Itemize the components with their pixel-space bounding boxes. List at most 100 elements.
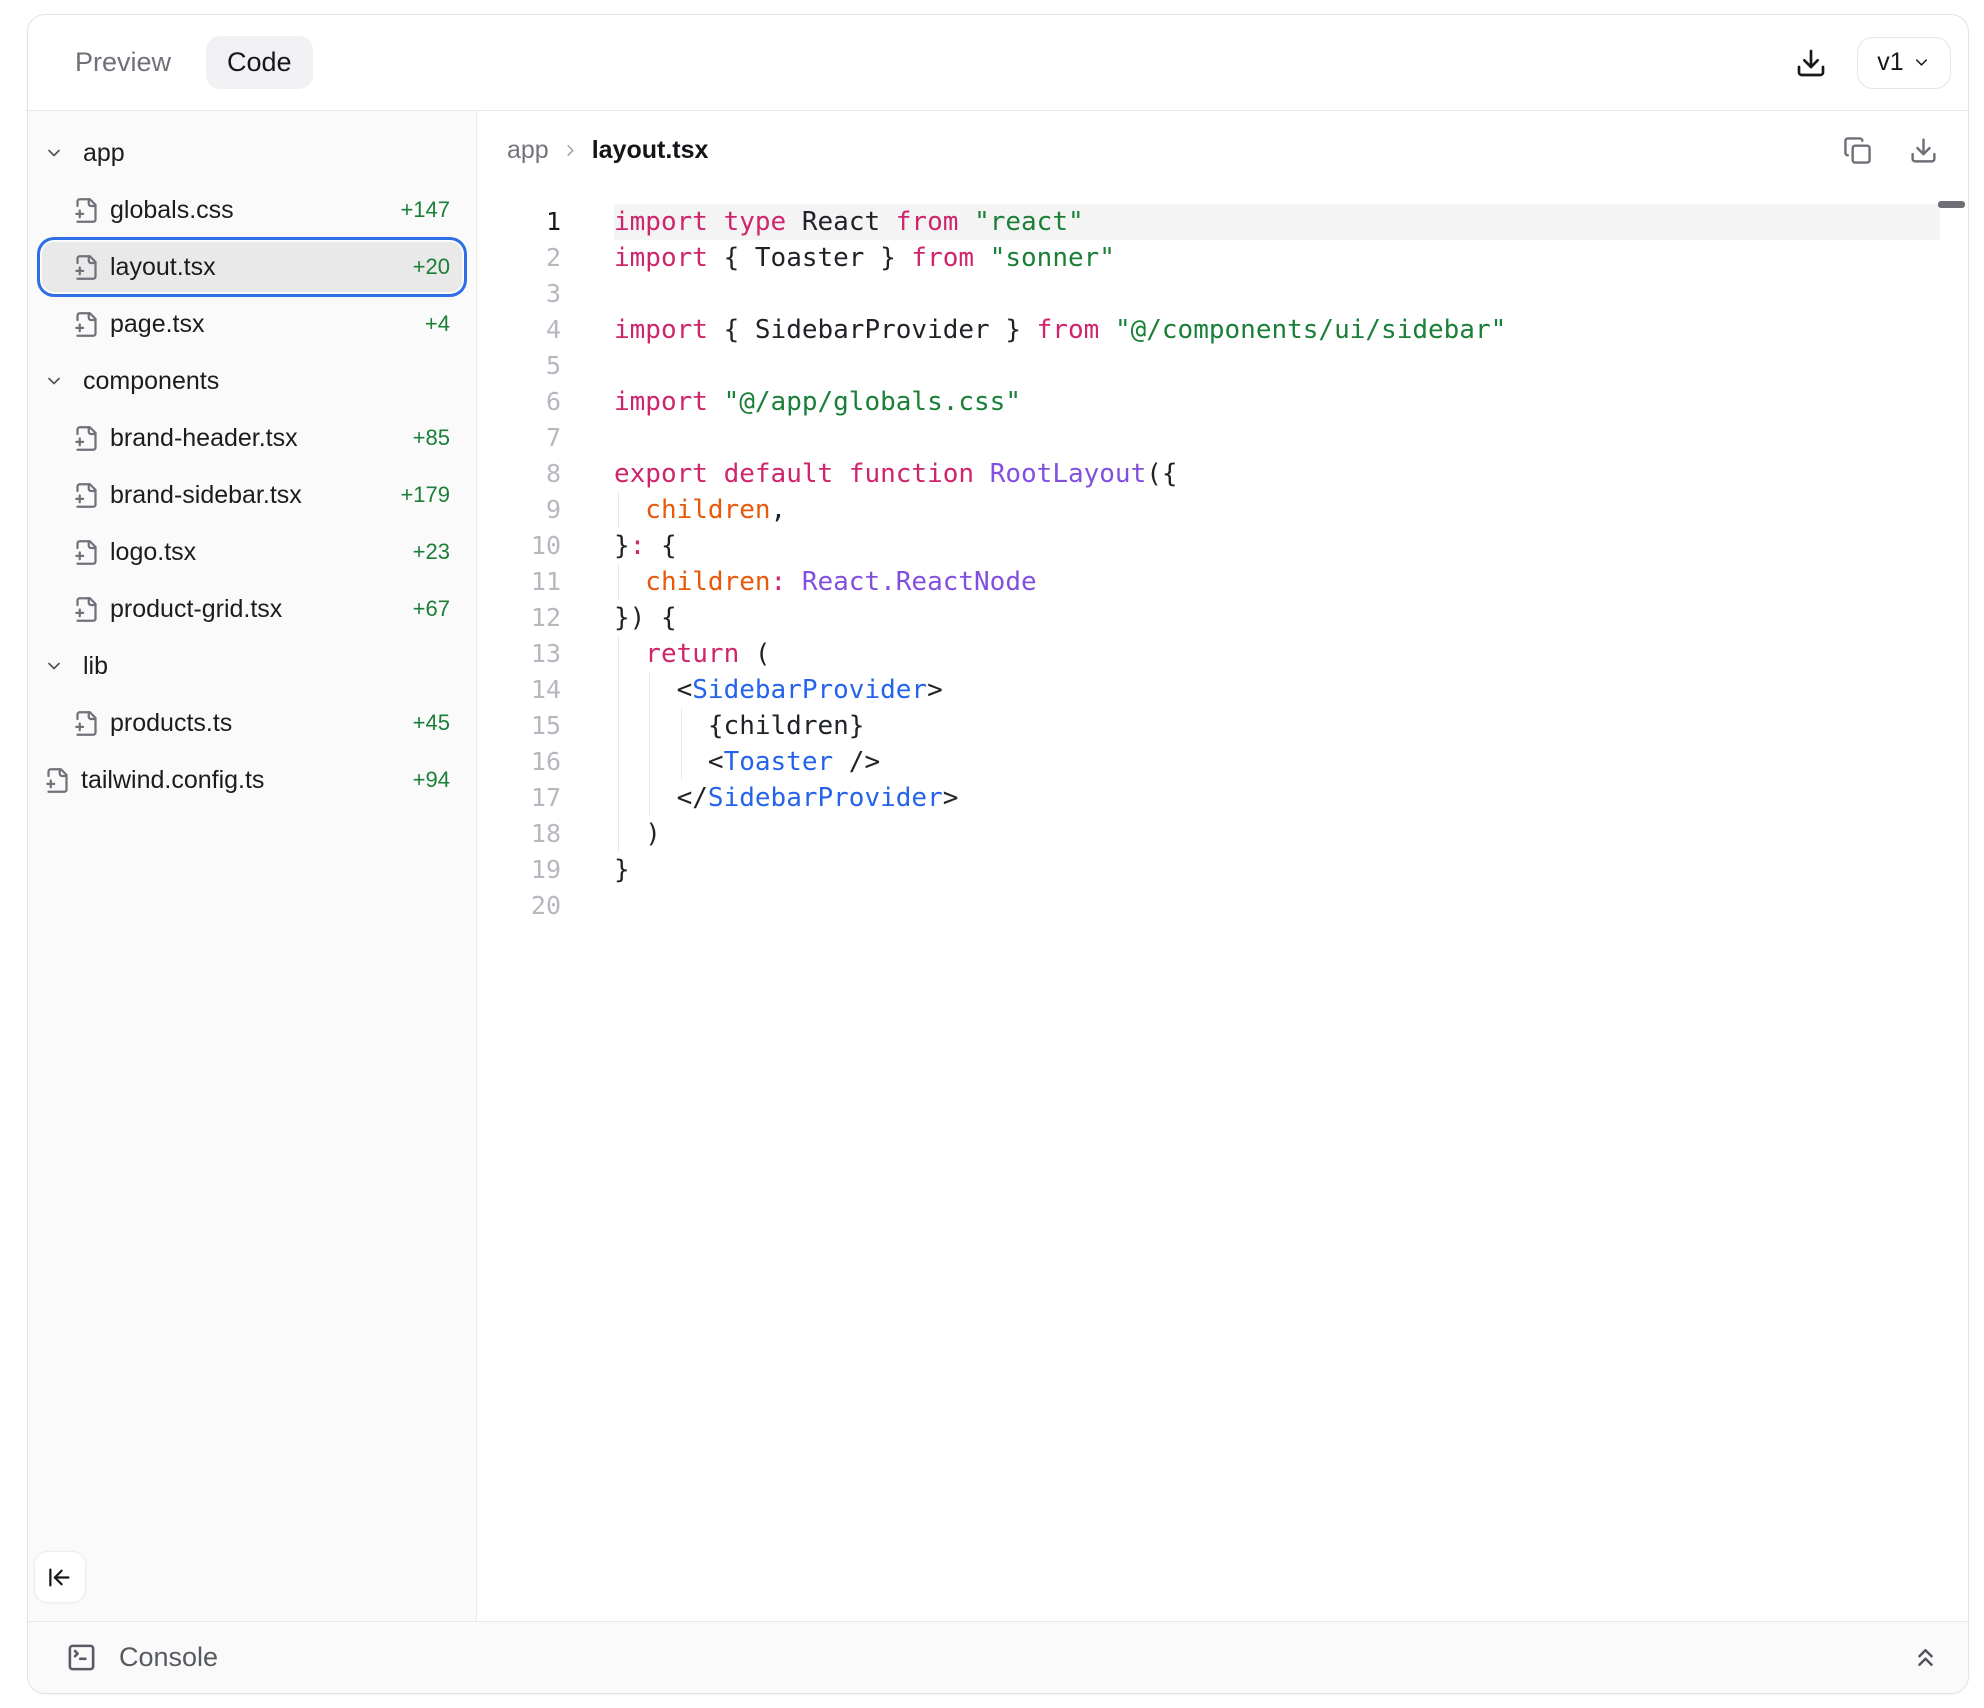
- sidebar-file-page.tsx[interactable]: page.tsx +4: [42, 299, 462, 349]
- download-icon: [1795, 47, 1827, 79]
- file-plus-icon: [73, 197, 100, 224]
- console-toggle: Console: [66, 1642, 218, 1673]
- sidebar-file-tailwind.config.ts[interactable]: tailwind.config.ts+94: [42, 755, 462, 805]
- chevron-down-icon: [44, 656, 64, 676]
- code-line: 6import "@/app/globals.css": [477, 384, 1940, 420]
- chevrons-up-icon: [1911, 1643, 1940, 1672]
- tab-preview[interactable]: Preview: [54, 36, 192, 89]
- line-number: 16: [477, 744, 561, 780]
- sidebar-file-products.ts[interactable]: products.ts +45: [42, 698, 462, 748]
- code-workspace-panel: Preview Code v1 app globals.css +147 layout…: [27, 14, 1969, 1694]
- line-number: 9: [477, 492, 561, 528]
- file-label: brand-sidebar.tsx: [110, 481, 302, 510]
- copy-icon: [1843, 136, 1872, 165]
- version-label: v1: [1877, 48, 1903, 77]
- line-number: 14: [477, 672, 561, 708]
- line-number: 18: [477, 816, 561, 852]
- code-line: 12}) {: [477, 600, 1940, 636]
- line-content: return (: [614, 636, 1940, 672]
- file-plus-icon: [73, 482, 100, 509]
- line-content: [614, 420, 1940, 456]
- sidebar-file-product-grid.tsx[interactable]: product-grid.tsx+67: [42, 584, 462, 634]
- line-content: }) {: [614, 600, 1940, 636]
- file-plus-icon: [44, 767, 71, 794]
- diff-added-count: +20: [413, 254, 462, 280]
- sidebar-file-globals.css[interactable]: globals.css +147: [42, 185, 462, 235]
- version-selector[interactable]: v1: [1857, 37, 1951, 89]
- breadcrumb-folder[interactable]: app: [507, 136, 549, 165]
- code-line: 17</SidebarProvider>: [477, 780, 1940, 816]
- panel-header: Preview Code v1: [28, 15, 1968, 111]
- line-content: ): [614, 816, 1940, 852]
- line-number: 17: [477, 780, 561, 816]
- collapse-left-icon: [47, 1564, 74, 1591]
- line-content: import type React from "react": [614, 204, 1940, 240]
- line-number: 6: [477, 384, 561, 420]
- code-toolbar: app layout.tsx: [477, 111, 1968, 189]
- code-line: 7: [477, 420, 1940, 456]
- code-line: 19}: [477, 852, 1940, 888]
- code-line: 16 <Toaster />: [477, 744, 1940, 780]
- diff-added-count: +45: [413, 710, 462, 736]
- expand-console-button[interactable]: [1907, 1639, 1944, 1676]
- line-content: export default function RootLayout({: [614, 456, 1940, 492]
- breadcrumb: app layout.tsx: [507, 136, 708, 165]
- file-tree-sidebar: app globals.css +147 layout.tsx+20 page.tsx +…: [28, 111, 477, 1621]
- file-label: products.ts: [110, 709, 232, 738]
- line-content: import { SidebarProvider } from "@/compo…: [614, 312, 1940, 348]
- line-number: 19: [477, 852, 561, 888]
- code-lines: 1import type React from "react"2import {…: [477, 204, 1940, 924]
- sidebar-file-brand-header.tsx[interactable]: brand-header.tsx+85: [42, 413, 462, 463]
- sidebar-file-logo.tsx[interactable]: logo.tsx+23: [42, 527, 462, 577]
- code-line: 10}: {: [477, 528, 1940, 564]
- code-line: 9children,: [477, 492, 1940, 528]
- line-number: 8: [477, 456, 561, 492]
- main-area: app globals.css +147 layout.tsx+20 page.tsx +…: [28, 111, 1968, 1621]
- sidebar-folder-components[interactable]: components: [42, 356, 462, 406]
- sidebar-file-layout.tsx[interactable]: layout.tsx+20: [42, 242, 462, 292]
- folder-label: app: [83, 139, 125, 168]
- code-line: 15 {children}: [477, 708, 1940, 744]
- file-actions: [1839, 132, 1942, 169]
- sidebar-folder-lib[interactable]: lib: [42, 641, 462, 691]
- sidebar-file-brand-sidebar.tsx[interactable]: brand-sidebar.tsx+179: [42, 470, 462, 520]
- code-line: 5: [477, 348, 1940, 384]
- line-number: 7: [477, 420, 561, 456]
- chevron-right-icon: [561, 141, 580, 160]
- line-content: import { Toaster } from "sonner": [614, 240, 1940, 276]
- line-content: }: [614, 852, 1940, 888]
- file-label: globals.css: [110, 196, 234, 225]
- line-content: children: React.ReactNode: [614, 564, 1940, 600]
- code-line: 18): [477, 816, 1940, 852]
- header-actions: v1: [1791, 37, 1951, 89]
- diff-added-count: +147: [400, 197, 462, 223]
- file-plus-icon: [73, 311, 100, 338]
- line-number: 15: [477, 708, 561, 744]
- file-plus-icon: [73, 425, 100, 452]
- download-icon: [1909, 136, 1938, 165]
- sidebar-folder-app[interactable]: app: [42, 128, 462, 178]
- collapse-sidebar-button[interactable]: [34, 1551, 86, 1603]
- view-tabs: Preview Code: [54, 36, 313, 89]
- diff-added-count: +4: [425, 311, 462, 337]
- file-plus-icon: [73, 596, 100, 623]
- copy-code-button[interactable]: [1839, 132, 1876, 169]
- download-project-button[interactable]: [1791, 43, 1831, 83]
- code-line: 1import type React from "react": [477, 204, 1940, 240]
- chevron-down-icon: [44, 143, 64, 163]
- console-bar[interactable]: Console: [28, 1621, 1968, 1693]
- diff-added-count: +85: [413, 425, 462, 451]
- line-number: 13: [477, 636, 561, 672]
- line-content: [614, 888, 1940, 924]
- line-number: 4: [477, 312, 561, 348]
- code-line: 4 import { SidebarProvider } from "@/comp…: [477, 312, 1940, 348]
- file-label: page.tsx: [110, 310, 205, 339]
- line-content: {children}: [614, 708, 1940, 744]
- tab-code[interactable]: Code: [206, 36, 313, 89]
- download-file-button[interactable]: [1905, 132, 1942, 169]
- line-number: 3: [477, 276, 561, 312]
- scrollbar-thumb[interactable]: [1938, 201, 1965, 208]
- code-line: 3: [477, 276, 1940, 312]
- file-plus-icon: [73, 539, 100, 566]
- line-content: <Toaster />: [614, 744, 1940, 780]
